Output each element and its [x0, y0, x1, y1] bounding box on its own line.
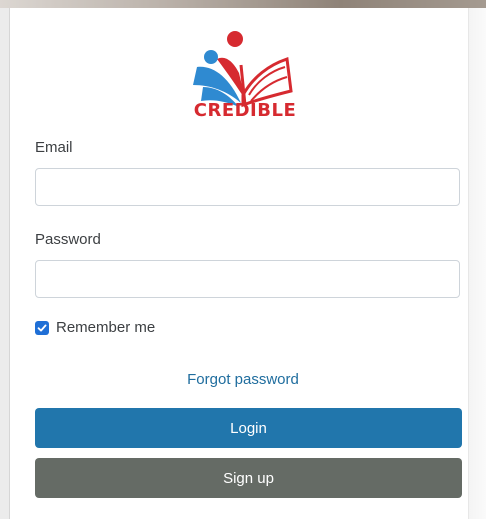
remember-me-checkbox[interactable] [35, 320, 49, 335]
remember-me-label: Remember me [56, 319, 156, 336]
forgot-password-link[interactable]: Forgot password [0, 371, 486, 388]
login-screen: CREDIBLE Email Password Remember me Forg… [0, 0, 486, 519]
right-edge [468, 8, 486, 519]
password-label: Password [35, 231, 101, 248]
remember-me-row[interactable]: Remember me [35, 319, 155, 336]
credible-logo: CREDIBLE [183, 25, 305, 123]
window-top-bar [0, 0, 486, 8]
logo-text: CREDIBLE [193, 100, 297, 121]
login-button-label: Login [230, 419, 267, 437]
email-label: Email [35, 139, 73, 156]
checkmark-icon [37, 324, 47, 331]
email-field[interactable] [35, 168, 460, 206]
password-field[interactable] [35, 260, 460, 298]
signup-button[interactable]: Sign up [35, 458, 462, 498]
login-button[interactable]: Login [35, 408, 462, 448]
left-edge [0, 8, 10, 519]
signup-button-label: Sign up [223, 469, 274, 487]
